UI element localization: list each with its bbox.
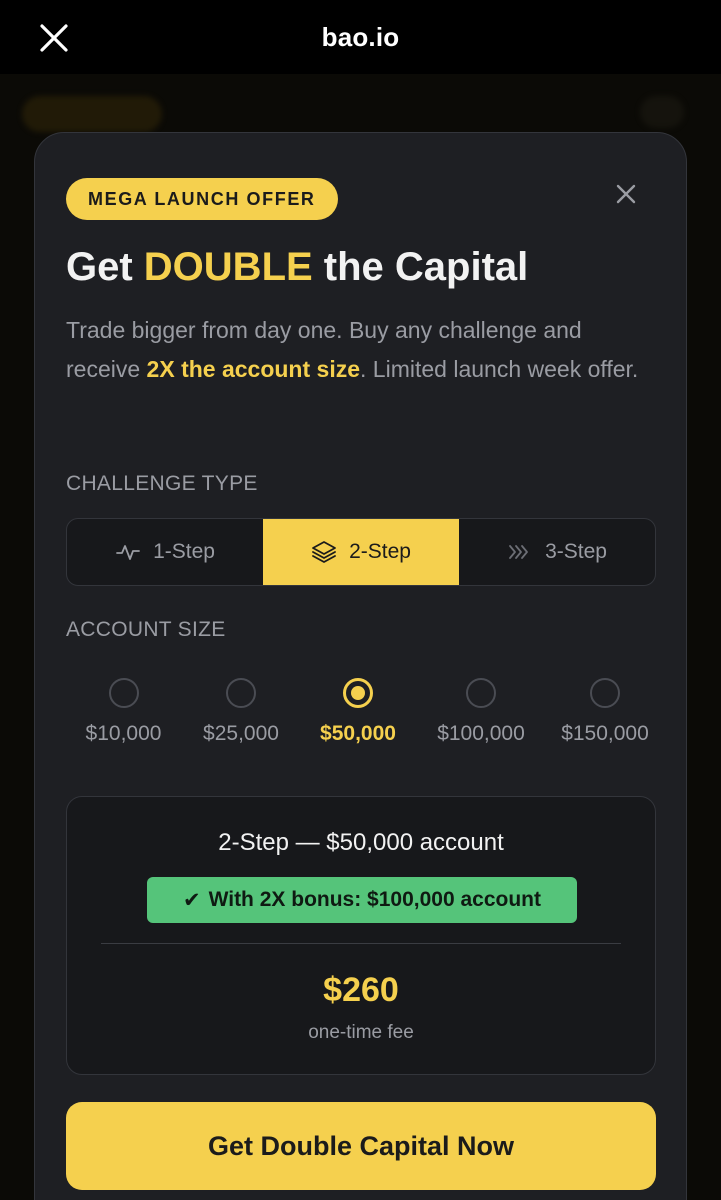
challenge-type-label: CHALLENGE TYPE bbox=[66, 472, 258, 495]
description-part2: . Limited launch week offer. bbox=[360, 356, 639, 382]
headline-prefix: Get bbox=[66, 245, 144, 289]
challenge-option-label: 2-Step bbox=[349, 540, 411, 563]
close-icon[interactable] bbox=[38, 22, 70, 54]
order-summary: 2-Step — $50,000 account ✔ With 2X bonus… bbox=[66, 796, 656, 1075]
description-highlight: 2X the account size bbox=[146, 356, 361, 382]
account-size-option-25000[interactable]: $25,000 bbox=[196, 678, 286, 746]
challenge-option-label: 3-Step bbox=[545, 540, 607, 563]
bonus-text: With 2X bonus: $100,000 account bbox=[208, 888, 541, 911]
radio-button[interactable] bbox=[466, 678, 496, 708]
account-size-option-label: $25,000 bbox=[203, 722, 279, 745]
summary-title: 2-Step — $50,000 account bbox=[218, 829, 504, 856]
account-size-selector: $10,000 $25,000 $50,000 $100,000 $150,00… bbox=[66, 678, 656, 758]
challenge-option-label: 1-Step bbox=[153, 540, 215, 563]
account-size-option-label: $10,000 bbox=[85, 722, 162, 745]
account-size-option-label: $50,000 bbox=[320, 722, 396, 745]
divider bbox=[101, 943, 621, 944]
modal-headline: Get DOUBLE the Capital bbox=[66, 245, 528, 290]
pulse-icon bbox=[116, 545, 140, 560]
modal-description: Trade bigger from day one. Buy any chall… bbox=[66, 311, 646, 389]
get-double-capital-button[interactable]: Get Double Capital Now bbox=[66, 1102, 656, 1190]
headline-accent: DOUBLE bbox=[143, 245, 313, 289]
radio-button[interactable] bbox=[590, 678, 620, 708]
browser-title: bao.io bbox=[321, 21, 400, 52]
radio-button[interactable] bbox=[226, 678, 256, 708]
layers-icon bbox=[312, 541, 336, 563]
account-size-option-50000[interactable]: $50,000 bbox=[313, 678, 403, 746]
browser-top-bar: bao.io bbox=[0, 0, 721, 74]
challenge-option-3-step[interactable]: 3-Step bbox=[459, 519, 655, 585]
offer-badge: MEGA LAUNCH OFFER bbox=[66, 178, 338, 220]
challenge-type-selector: 1-Step 2-Step 3-Step bbox=[66, 518, 656, 586]
challenge-option-1-step[interactable]: 1-Step bbox=[67, 519, 263, 585]
account-size-option-150000[interactable]: $150,000 bbox=[557, 678, 653, 746]
radio-button-selected[interactable] bbox=[343, 678, 373, 708]
account-size-option-10000[interactable]: $10,000 bbox=[81, 678, 166, 746]
challenge-option-2-step[interactable]: 2-Step bbox=[263, 519, 459, 585]
triple-chevron-icon bbox=[509, 545, 528, 559]
check-icon: ✔ bbox=[182, 888, 201, 912]
modal-close-icon[interactable] bbox=[613, 181, 639, 207]
account-size-option-label: $100,000 bbox=[437, 722, 525, 745]
radio-button[interactable] bbox=[108, 678, 139, 708]
headline-suffix: the Capital bbox=[312, 245, 529, 289]
fee-label: one-time fee bbox=[308, 1022, 414, 1043]
account-size-label: ACCOUNT SIZE bbox=[66, 618, 226, 641]
account-size-option-100000[interactable]: $100,000 bbox=[431, 678, 531, 746]
background-menu bbox=[640, 96, 684, 128]
offer-modal: MEGA LAUNCH OFFER Get DOUBLE the Capital… bbox=[34, 132, 687, 1200]
account-size-option-label: $150,000 bbox=[561, 722, 649, 745]
price: $260 bbox=[323, 971, 399, 1009]
bonus-badge: ✔ With 2X bonus: $100,000 account bbox=[147, 877, 577, 923]
background-logo bbox=[22, 96, 162, 132]
